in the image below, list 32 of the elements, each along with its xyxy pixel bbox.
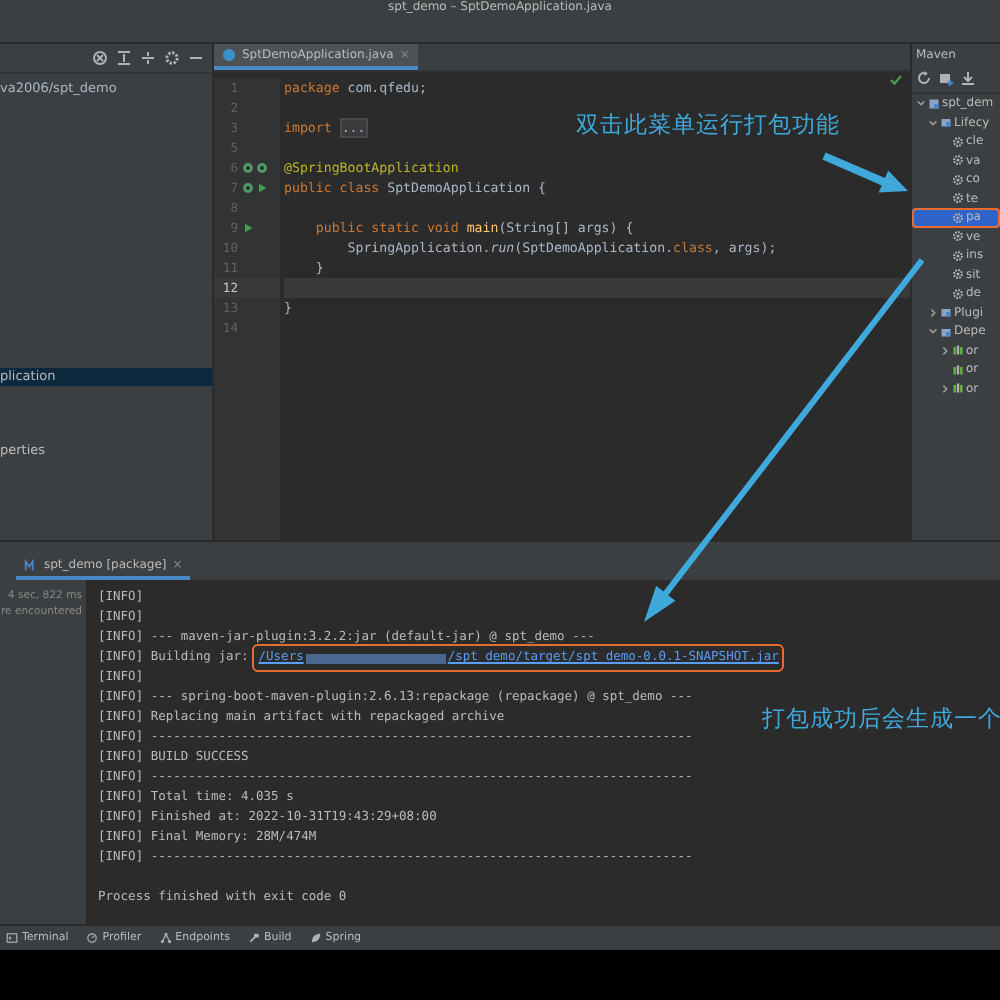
profiler-icon — [86, 932, 99, 944]
module-icon — [928, 97, 940, 110]
collapse-all-icon[interactable] — [140, 50, 156, 66]
arrow — [822, 152, 908, 193]
terminal-icon — [6, 932, 18, 944]
chevron-down-icon[interactable] — [928, 117, 938, 128]
refresh-icon[interactable] — [916, 70, 932, 86]
folder-icon — [940, 116, 952, 129]
library-icon — [952, 344, 964, 357]
chevron-down-icon[interactable] — [928, 326, 938, 337]
redacted-block — [305, 653, 446, 663]
run-icon[interactable] — [256, 182, 268, 194]
build-icon — [247, 932, 260, 944]
annotation-text: 双击此菜单运行打包功能 — [576, 110, 840, 140]
chevron-right-icon[interactable] — [940, 345, 950, 356]
chevron-right-icon[interactable] — [928, 307, 938, 318]
folder-icon[interactable] — [938, 70, 954, 86]
endpoints-icon — [159, 932, 172, 944]
download-icon[interactable] — [960, 70, 976, 86]
maven-icon — [24, 558, 38, 572]
run-icon[interactable] — [242, 222, 254, 234]
library-icon — [952, 363, 964, 376]
chevron-down-icon[interactable] — [916, 98, 926, 109]
expand-all-icon[interactable] — [116, 50, 132, 66]
class-file-icon — [222, 48, 236, 62]
spring-icon — [309, 932, 322, 944]
folder-icon — [940, 325, 952, 338]
library-icon — [952, 382, 964, 395]
folder-icon — [940, 306, 952, 319]
chevron-right-icon[interactable] — [940, 383, 950, 394]
settings-icon[interactable] — [164, 50, 180, 66]
check-icon — [890, 74, 902, 86]
